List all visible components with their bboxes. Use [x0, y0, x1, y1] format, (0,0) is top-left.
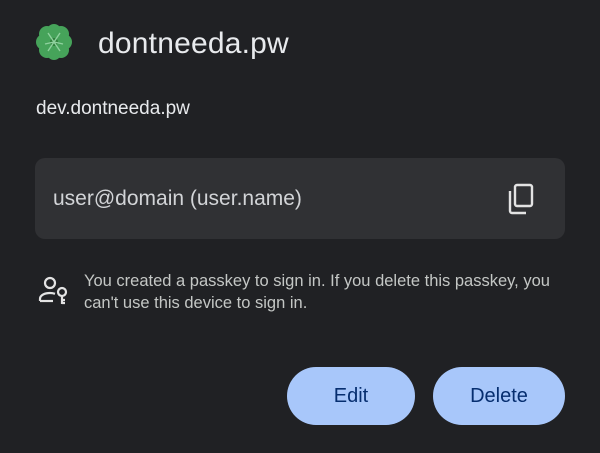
person-key-icon — [38, 276, 68, 305]
edit-button[interactable]: Edit — [287, 367, 415, 425]
delete-button[interactable]: Delete — [433, 367, 565, 425]
account-field: user@domain (user.name) — [35, 158, 565, 239]
relying-party-domain: dev.dontneeda.pw — [36, 98, 190, 119]
passkey-info: You created a passkey to sign in. If you… — [38, 270, 568, 314]
site-title: dontneeda.pw — [98, 27, 289, 60]
account-name: user@domain (user.name) — [53, 186, 302, 210]
clover-icon — [36, 24, 72, 60]
dialog-header: dontneeda.pw — [32, 22, 289, 66]
copy-icon — [508, 183, 534, 214]
passkey-info-text: You created a passkey to sign in. If you… — [84, 272, 550, 312]
copy-button[interactable] — [503, 181, 539, 217]
